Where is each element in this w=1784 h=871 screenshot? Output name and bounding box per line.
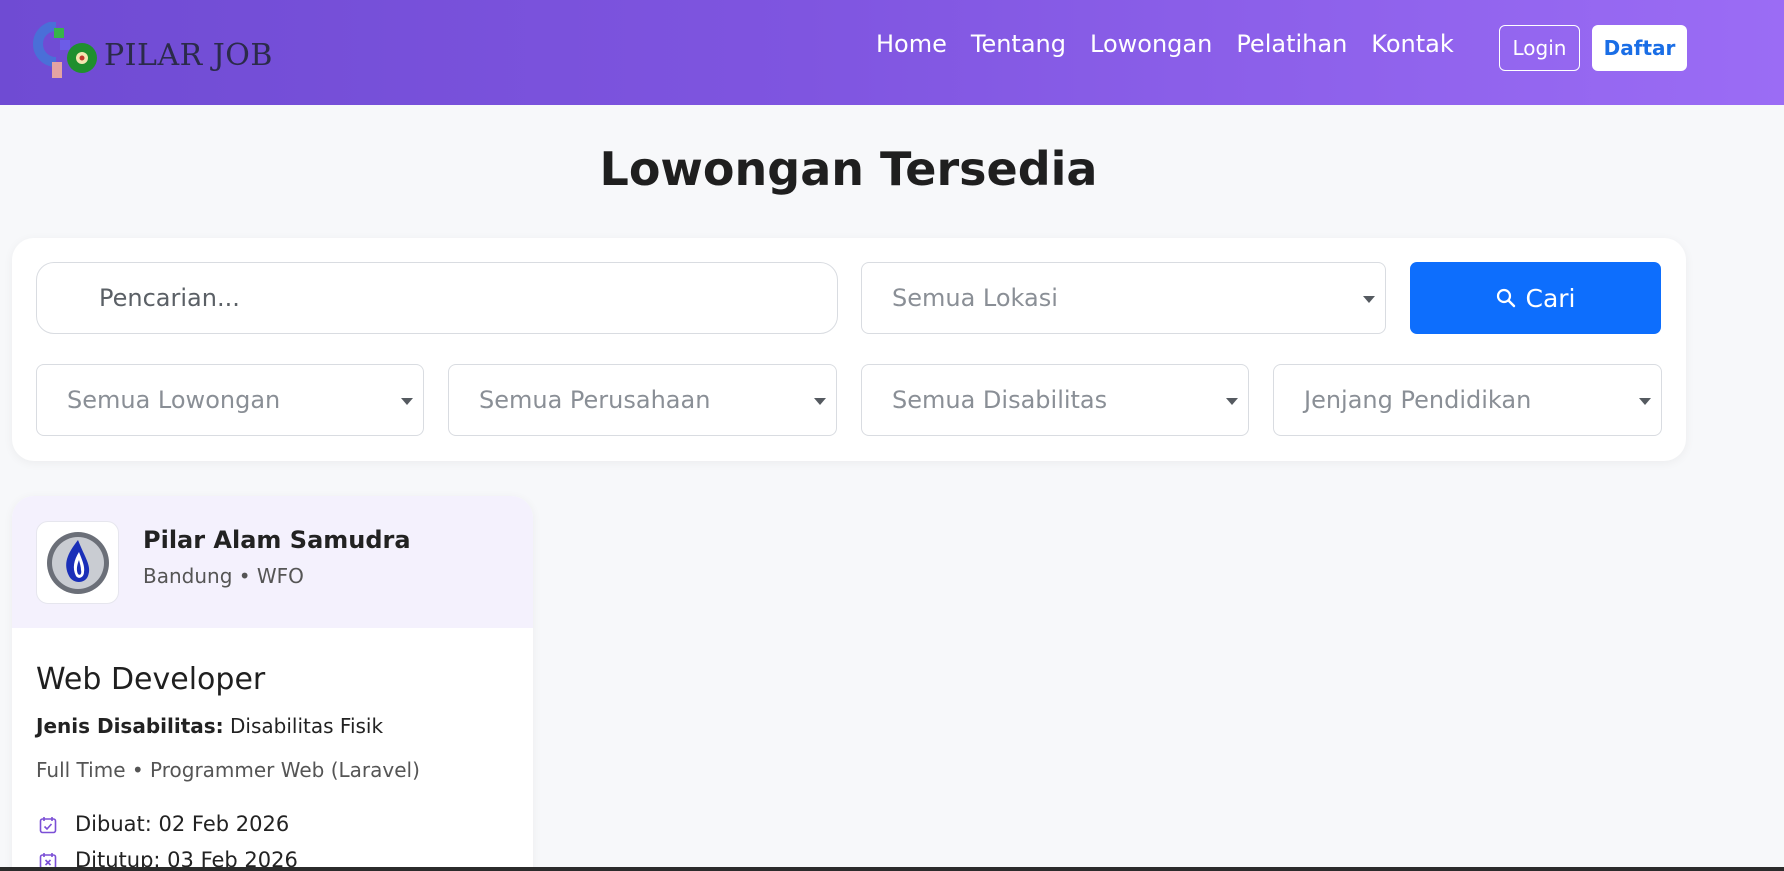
- search-input[interactable]: Pencarian...: [36, 262, 838, 334]
- chevron-down-icon: [1226, 398, 1238, 405]
- company-select-value: Semua Perusahaan: [479, 386, 711, 414]
- location-select-value: Semua Lokasi: [892, 284, 1058, 312]
- nav-links: Home Tentang Lowongan Pelatihan Kontak: [876, 30, 1478, 58]
- disability-info: Jenis Disabilitas: Disabilitas Fisik: [36, 714, 383, 738]
- company-location: Bandung • WFO: [143, 564, 304, 588]
- register-button[interactable]: Daftar: [1592, 25, 1687, 71]
- nav-home[interactable]: Home: [876, 30, 947, 58]
- education-select-value: Jenjang Pendidikan: [1304, 386, 1532, 414]
- bottom-divider: [0, 867, 1784, 871]
- search-icon: [1496, 288, 1516, 308]
- nav-kontak[interactable]: Kontak: [1371, 30, 1453, 58]
- company-name[interactable]: Pilar Alam Samudra: [143, 526, 411, 554]
- disability-label: Jenis Disabilitas:: [36, 714, 224, 738]
- chevron-down-icon: [1363, 296, 1375, 303]
- chevron-down-icon: [814, 398, 826, 405]
- created-date: Dibuat: 02 Feb 2026: [75, 812, 290, 836]
- company-logo: [36, 521, 119, 604]
- disability-select-value: Semua Disabilitas: [892, 386, 1108, 414]
- search-placeholder: Pencarian...: [99, 284, 240, 312]
- created-date-row: Dibuat: 02 Feb 2026: [36, 812, 289, 836]
- login-button[interactable]: Login: [1499, 25, 1580, 71]
- job-type-select[interactable]: Semua Lowongan: [36, 364, 424, 436]
- page-title: Lowongan Tersedia: [599, 142, 1098, 196]
- nav-lowongan[interactable]: Lowongan: [1090, 30, 1212, 58]
- brand-name: PILAR JOB: [104, 37, 273, 73]
- navbar: PILAR JOB Home Tentang Lowongan Pelatiha…: [0, 0, 1784, 105]
- nav-pelatihan[interactable]: Pelatihan: [1236, 30, 1347, 58]
- calendar-check-icon: [39, 815, 57, 834]
- pilar-job-logo-icon: [26, 21, 102, 80]
- disability-select[interactable]: Semua Disabilitas: [861, 364, 1249, 436]
- brand-logo[interactable]: PILAR JOB: [26, 21, 273, 80]
- job-meta: Full Time • Programmer Web (Laravel): [36, 758, 420, 782]
- chevron-down-icon: [401, 398, 413, 405]
- location-select[interactable]: Semua Lokasi: [861, 262, 1386, 334]
- job-card-header: Pilar Alam Samudra Bandung • WFO: [12, 496, 533, 628]
- job-title[interactable]: Web Developer: [36, 662, 265, 697]
- search-button[interactable]: Cari: [1410, 262, 1661, 334]
- education-select[interactable]: Jenjang Pendidikan: [1273, 364, 1662, 436]
- job-card[interactable]: Pilar Alam Samudra Bandung • WFO Web Dev…: [12, 496, 533, 871]
- nav-tentang[interactable]: Tentang: [971, 30, 1066, 58]
- disability-value: Disabilitas Fisik: [230, 714, 384, 738]
- search-button-label: Cari: [1525, 283, 1576, 313]
- flame-logo-icon: [46, 531, 109, 594]
- chevron-down-icon: [1639, 398, 1651, 405]
- job-type-select-value: Semua Lowongan: [67, 386, 281, 414]
- company-select[interactable]: Semua Perusahaan: [448, 364, 837, 436]
